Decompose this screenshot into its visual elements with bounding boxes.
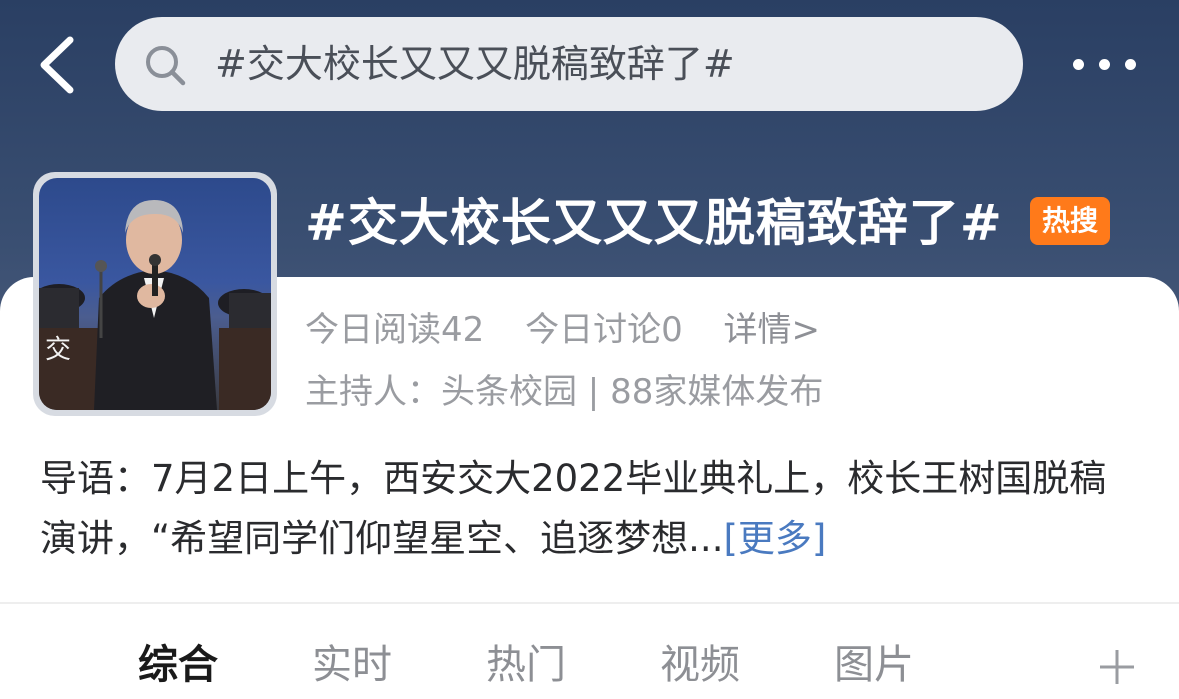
topic-stats: 今日阅读42 今日讨论0 详情> xyxy=(305,307,850,353)
topic-page: #交大校长又又又脱稿致辞了# 交 #交大校长又又又脱稿致辞了# 热搜 今日阅读4… xyxy=(0,0,1179,699)
hot-search-badge: 热搜 xyxy=(1030,197,1110,245)
intro-text: 导语：7月2日上午，西安交大2022毕业典礼上，校长王树国脱稿演讲，“希望同学们… xyxy=(40,457,1107,560)
tab-realtime[interactable]: 实时 xyxy=(312,637,392,693)
content-tabs: 综合 实时 热门 视频 图片 xyxy=(0,627,1179,699)
search-bar[interactable]: #交大校长又又又脱稿致辞了# xyxy=(115,17,1023,111)
topic-intro: 导语：7月2日上午，西安交大2022毕业典礼上，校长王树国脱稿演讲，“希望同学们… xyxy=(40,449,1140,569)
more-dots-icon xyxy=(1073,59,1084,70)
tab-images[interactable]: 图片 xyxy=(834,637,914,693)
more-dots-icon xyxy=(1125,59,1136,70)
svg-text:交: 交 xyxy=(45,335,71,365)
divider xyxy=(0,602,1179,604)
search-icon xyxy=(146,46,186,86)
more-options-button[interactable] xyxy=(1065,45,1145,85)
details-link[interactable]: 详情> xyxy=(724,310,821,350)
today-reads: 今日阅读42 xyxy=(305,310,485,350)
back-button[interactable] xyxy=(30,30,90,100)
back-chevron-icon xyxy=(40,36,74,94)
more-dots-icon xyxy=(1099,59,1110,70)
search-query: #交大校长又又又脱稿致辞了# xyxy=(215,42,735,86)
tab-comprehensive[interactable]: 综合 xyxy=(138,637,218,693)
tab-hot[interactable]: 热门 xyxy=(486,637,566,693)
today-discussions: 今日讨论0 xyxy=(525,310,683,350)
expand-intro-link[interactable]: [更多] xyxy=(723,517,826,560)
plus-icon[interactable] xyxy=(1097,647,1137,687)
topic-title: #交大校长又又又脱稿致辞了# xyxy=(305,194,1003,252)
topic-cover-image[interactable]: 交 xyxy=(33,172,277,416)
host-info: 主持人：头条校园 | 88家媒体发布 xyxy=(305,372,824,412)
tab-video[interactable]: 视频 xyxy=(660,637,740,693)
speaker-photo: 交 xyxy=(39,178,271,410)
